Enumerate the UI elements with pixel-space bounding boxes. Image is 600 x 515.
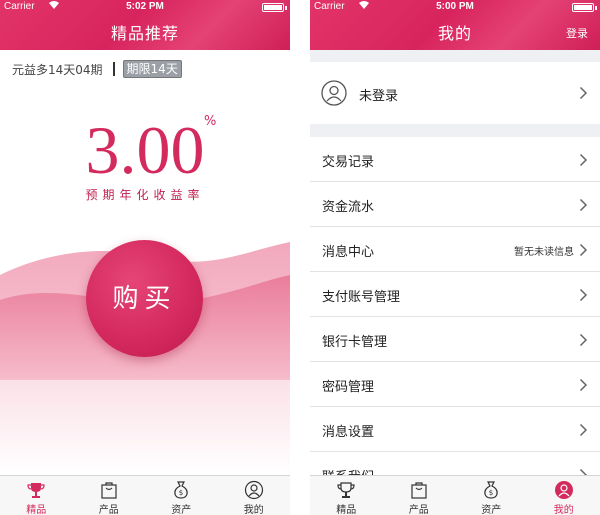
- money-bag-icon: $: [481, 480, 501, 500]
- svg-text:$: $: [489, 489, 493, 497]
- chevron-right-icon: [579, 423, 588, 437]
- tab-products[interactable]: 产品: [73, 476, 146, 515]
- divider: [112, 62, 115, 76]
- settings-menu: 交易记录 资金流水 消息中心 暂无未读信息 支付账号管理 银行卡管理 密码管理 …: [310, 137, 600, 497]
- trophy-icon: [26, 480, 46, 500]
- battery-icon: [262, 3, 284, 12]
- buy-button-label: 购买: [112, 284, 177, 314]
- person-icon: [244, 480, 264, 500]
- unread-status: 暂无未读信息: [514, 247, 574, 258]
- status-time: 5:00 PM: [436, 1, 474, 12]
- battery-icon: [572, 3, 594, 12]
- menu-item-label: 交易记录: [322, 155, 375, 170]
- menu-item-label: 消息设置: [322, 425, 375, 440]
- tab-label: 精品: [26, 505, 47, 515]
- tab-bar: 精品 产品 $ 资产 我的: [310, 475, 600, 515]
- tab-label: 资产: [171, 505, 192, 515]
- chevron-right-icon: [579, 288, 588, 302]
- money-bag-icon: $: [171, 480, 191, 500]
- chevron-right-icon: [579, 198, 588, 212]
- status-bar: Carrier 5:00 PM: [310, 0, 600, 14]
- menu-item-label: 密码管理: [322, 380, 375, 395]
- chevron-right-icon: [579, 333, 588, 347]
- chevron-right-icon: [579, 243, 588, 257]
- menu-item-bank-cards[interactable]: 银行卡管理: [310, 317, 600, 362]
- product-name: 元益多14天04期: [12, 62, 103, 77]
- tab-assets[interactable]: $ 资产: [455, 476, 528, 515]
- tab-featured[interactable]: 精品: [310, 476, 383, 515]
- bag-icon: [409, 480, 429, 500]
- tab-mine[interactable]: 我的: [218, 476, 291, 515]
- status-time: 5:02 PM: [126, 1, 164, 12]
- tab-bar: 精品 产品 $ 资产 我的: [0, 475, 290, 515]
- battery-tip: [595, 6, 597, 10]
- annual-rate-label: 预期年化收益率: [85, 188, 205, 202]
- trophy-icon: [336, 480, 356, 500]
- tab-label: 精品: [336, 505, 357, 515]
- bag-icon: [99, 480, 119, 500]
- tab-label: 产品: [98, 505, 119, 515]
- page-title: 我的: [437, 24, 472, 43]
- tab-assets[interactable]: $ 资产: [145, 476, 218, 515]
- chevron-right-icon: [579, 86, 588, 100]
- tab-label: 资产: [481, 505, 502, 515]
- recommend-screen: 精品推荐 Carrier 5:02 PM 元益多14天04期 期限14天 3.0…: [0, 0, 290, 515]
- menu-item-cash-flow[interactable]: 资金流水: [310, 182, 600, 227]
- percent-sign: %: [204, 114, 217, 129]
- person-icon: [554, 480, 574, 500]
- menu-item-payment-accounts[interactable]: 支付账号管理: [310, 272, 600, 317]
- my-account-screen: 我的 登录 Carrier 5:00 PM 未登录 交易记录 资金流水 消息中心…: [310, 0, 600, 515]
- section-spacer: [310, 124, 600, 137]
- menu-item-label: 银行卡管理: [322, 335, 388, 350]
- tab-mine[interactable]: 我的: [528, 476, 600, 515]
- tab-products[interactable]: 产品: [383, 476, 456, 515]
- menu-item-messages[interactable]: 消息中心 暂无未读信息: [310, 227, 600, 272]
- term-badge: 期限14天: [122, 60, 182, 78]
- tab-featured[interactable]: 精品: [0, 476, 73, 515]
- page-title: 精品推荐: [110, 24, 179, 43]
- login-button[interactable]: 登录: [566, 25, 588, 41]
- menu-item-transactions[interactable]: 交易记录: [310, 137, 600, 182]
- menu-item-label: 消息中心: [322, 245, 375, 260]
- chevron-right-icon: [579, 153, 588, 167]
- battery-tip: [285, 6, 287, 10]
- chevron-right-icon: [579, 378, 588, 392]
- status-bar: Carrier 5:02 PM: [0, 0, 290, 14]
- buy-button[interactable]: 购买: [86, 240, 203, 357]
- tab-label: 我的: [553, 505, 574, 515]
- profile-label: 未登录: [359, 89, 399, 104]
- tab-label: 产品: [408, 505, 429, 515]
- menu-item-message-settings[interactable]: 消息设置: [310, 407, 600, 452]
- section-spacer: [310, 50, 600, 62]
- menu-item-label: 资金流水: [322, 200, 375, 215]
- menu-item-label: 支付账号管理: [322, 290, 401, 305]
- avatar-icon: [321, 80, 347, 106]
- menu-item-password[interactable]: 密码管理: [310, 362, 600, 407]
- product-term-row: 元益多14天04期 期限14天: [12, 60, 182, 78]
- tab-label: 我的: [243, 505, 264, 515]
- svg-text:$: $: [179, 489, 183, 497]
- profile-row[interactable]: 未登录: [310, 62, 600, 124]
- annual-rate-value: 3.00: [85, 112, 205, 188]
